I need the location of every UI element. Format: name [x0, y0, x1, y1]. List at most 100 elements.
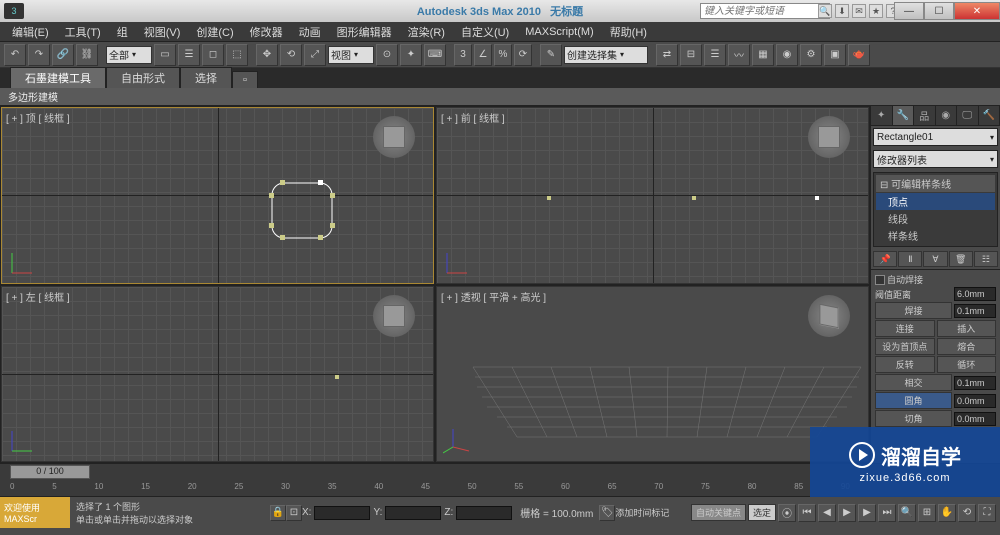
tab-utilities-icon[interactable]: 🔨	[979, 106, 1000, 125]
viewport-perspective[interactable]: [ + ] 透视 [ 平滑 + 高光 ]	[436, 286, 869, 463]
menu-modifiers[interactable]: 修改器	[242, 24, 291, 40]
time-slider-thumb[interactable]: 0 / 100	[10, 465, 90, 479]
chamfer-button[interactable]: 切角	[875, 410, 952, 427]
menu-view[interactable]: 视图(V)	[136, 24, 189, 40]
zoom-all-icon[interactable]: ⊞	[918, 504, 936, 522]
pin-stack-icon[interactable]: 📌	[873, 251, 897, 267]
chamfer-spinner[interactable]: 0.0mm	[954, 412, 996, 426]
schematic-icon[interactable]: ▦	[752, 44, 774, 66]
play-icon[interactable]: ▶	[838, 504, 856, 522]
z-field[interactable]	[456, 506, 512, 520]
viewport-front[interactable]: [ + ] 前 [ 线框 ]	[436, 107, 869, 284]
move-icon[interactable]: ✥	[256, 44, 278, 66]
window-crossing-icon[interactable]: ⬚	[226, 44, 248, 66]
stack-segment[interactable]: 线段	[876, 210, 995, 227]
viewport-top-label[interactable]: [ + ] 顶 [ 线框 ]	[6, 110, 70, 125]
viewport-top[interactable]: [ + ] 顶 [ 线框 ]	[1, 107, 434, 284]
spinner-snap-icon[interactable]: ⟳	[514, 44, 532, 66]
manipulate-icon[interactable]: ✦	[400, 44, 422, 66]
maximize-button[interactable]: ☐	[924, 2, 954, 20]
redo-icon[interactable]: ↷	[28, 44, 50, 66]
favorites-icon[interactable]: ★	[869, 4, 883, 18]
prev-frame-icon[interactable]: ◀	[818, 504, 836, 522]
next-frame-icon[interactable]: ▶	[858, 504, 876, 522]
threshold-spinner[interactable]: 6.0mm	[954, 287, 996, 301]
pan-icon[interactable]: ✋	[938, 504, 956, 522]
menu-help[interactable]: 帮助(H)	[602, 24, 655, 40]
time-tag-label[interactable]: 添加时间标记	[615, 506, 669, 519]
object-name-field[interactable]: Rectangle01	[873, 128, 998, 146]
menu-graph[interactable]: 图形编辑器	[329, 24, 400, 40]
set-key-icon[interactable]: ⦿	[778, 504, 796, 522]
viewcube-icon[interactable]	[373, 295, 415, 337]
y-field[interactable]	[385, 506, 441, 520]
align-icon[interactable]: ⊟	[680, 44, 702, 66]
isolate-icon[interactable]: ⊡	[286, 505, 302, 521]
keyboard-icon[interactable]: ⌨	[424, 44, 446, 66]
tab-display-icon[interactable]: 🖵	[957, 106, 979, 125]
layers-icon[interactable]: ☰	[704, 44, 726, 66]
viewcube-icon[interactable]	[373, 116, 415, 158]
render-setup-icon[interactable]: ⚙	[800, 44, 822, 66]
ref-coord-dropdown[interactable]: 视图	[328, 46, 374, 64]
zoom-icon[interactable]: 🔍	[898, 504, 916, 522]
subscription-icon[interactable]: ⬇	[835, 4, 849, 18]
fillet-spinner[interactable]: 0.0mm	[954, 394, 996, 408]
remove-mod-icon[interactable]: 🗑	[949, 251, 973, 267]
mirror-icon[interactable]: ⇄	[656, 44, 678, 66]
time-tag-icon[interactable]: 🏷	[599, 505, 615, 521]
goto-start-icon[interactable]: ⏮	[798, 504, 816, 522]
auto-weld-checkbox[interactable]	[875, 275, 885, 285]
tab-freeform[interactable]: 自由形式	[106, 67, 180, 88]
viewport-front-label[interactable]: [ + ] 前 [ 线框 ]	[441, 110, 505, 125]
scale-icon[interactable]: ⤢	[304, 44, 326, 66]
maxscript-listener[interactable]: 欢迎使用MAXScr	[0, 497, 70, 528]
tab-motion-icon[interactable]: ◉	[936, 106, 958, 125]
tab-create-icon[interactable]: ✦	[871, 106, 893, 125]
viewcube-icon[interactable]	[808, 116, 850, 158]
viewport-left[interactable]: [ + ] 左 [ 线框 ]	[1, 286, 434, 463]
cross-spinner[interactable]: 0.1mm	[954, 376, 996, 390]
stack-vertex[interactable]: 顶点	[876, 193, 995, 210]
max-viewport-icon[interactable]: ⛶	[978, 504, 996, 522]
show-result-icon[interactable]: Ⅱ	[898, 251, 922, 267]
menu-maxscript[interactable]: MAXScript(M)	[517, 26, 601, 38]
orbit-icon[interactable]: ⟲	[958, 504, 976, 522]
tab-selection[interactable]: 选择	[180, 67, 232, 88]
auto-key-button[interactable]: 自动关键点	[691, 504, 746, 521]
stack-header[interactable]: ⊟ 可编辑样条线	[876, 175, 995, 192]
menu-animation[interactable]: 动画	[291, 24, 329, 40]
select-name-icon[interactable]: ☰	[178, 44, 200, 66]
menu-tools[interactable]: 工具(T)	[57, 24, 109, 40]
tab-hierarchy-icon[interactable]: 品	[914, 106, 936, 125]
x-field[interactable]	[314, 506, 370, 520]
selected-key-button[interactable]: 选定	[748, 504, 776, 521]
modifier-stack[interactable]: ⊟ 可编辑样条线 顶点 线段 样条线	[873, 172, 998, 247]
named-selection-dropdown[interactable]: 创建选择集	[564, 46, 648, 64]
stack-spline[interactable]: 样条线	[876, 227, 995, 244]
make-first-button[interactable]: 设为首顶点	[875, 338, 935, 355]
lock-selection-icon[interactable]: 🔒	[270, 505, 286, 521]
weld-spinner[interactable]: 0.1mm	[954, 304, 996, 318]
menu-edit[interactable]: 编辑(E)	[4, 24, 57, 40]
cross-button[interactable]: 相交	[875, 374, 952, 391]
modifier-list-dropdown[interactable]: 修改器列表	[873, 150, 998, 168]
tab-collapse[interactable]: ▫	[232, 71, 258, 88]
undo-icon[interactable]: ↶	[4, 44, 26, 66]
configure-icon[interactable]: ☷	[974, 251, 998, 267]
link-icon[interactable]: 🔗	[52, 44, 74, 66]
connect-button[interactable]: 连接	[875, 320, 935, 337]
curve-editor-icon[interactable]: 〰	[728, 44, 750, 66]
select-icon[interactable]: ▭	[154, 44, 176, 66]
menu-create[interactable]: 创建(C)	[188, 24, 241, 40]
minimize-button[interactable]: —	[894, 2, 924, 20]
render-frame-icon[interactable]: ▣	[824, 44, 846, 66]
viewport-left-label[interactable]: [ + ] 左 [ 线框 ]	[6, 289, 70, 304]
snap-3-icon[interactable]: 3	[454, 44, 472, 66]
angle-snap-icon[interactable]: ∠	[474, 44, 492, 66]
menu-render[interactable]: 渲染(R)	[400, 24, 453, 40]
app-logo-icon[interactable]: 3	[4, 3, 24, 19]
close-button[interactable]: ✕	[954, 2, 1000, 20]
cycle-button[interactable]: 循环	[937, 356, 997, 373]
menu-customize[interactable]: 自定义(U)	[453, 24, 517, 40]
